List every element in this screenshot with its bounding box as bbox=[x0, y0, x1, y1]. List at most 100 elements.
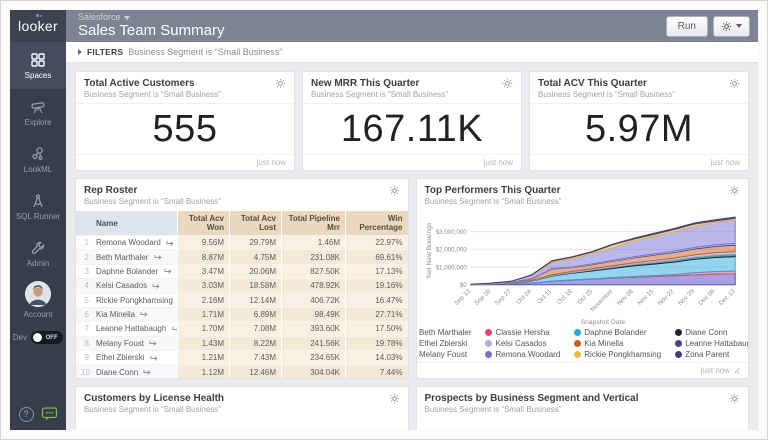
tile-title[interactable]: Total ACV This Quarter bbox=[538, 78, 675, 89]
pipeline-mrr-cell: 1.46M bbox=[281, 234, 346, 250]
table-row[interactable]: 9 Ethel Zbierski 1.21M 7.43M 234.65K 14.… bbox=[76, 349, 408, 365]
dashboard-settings-button[interactable] bbox=[713, 15, 750, 37]
rep-name-cell[interactable]: Melany Foust bbox=[91, 335, 178, 351]
legend-item[interactable]: Ethel Zbierski bbox=[416, 339, 471, 348]
legend-item[interactable]: Diane Conn bbox=[675, 328, 748, 337]
legend-item[interactable]: Rickie Pongkhamsing bbox=[574, 350, 661, 359]
acv-won-cell: 1.12M bbox=[177, 364, 230, 378]
legend-item[interactable]: Beth Marthaler bbox=[416, 328, 471, 337]
sidebar-item-explore[interactable]: Explore bbox=[10, 89, 66, 136]
rep-name-cell[interactable]: Remona Woodard bbox=[91, 234, 178, 250]
rep-name-cell[interactable]: Rickie Pongkhamsing bbox=[91, 292, 178, 308]
tile-gear-icon[interactable] bbox=[502, 78, 513, 89]
table-row[interactable]: 5 Rickie Pongkhamsing 2.16M 12.14M 406.7… bbox=[76, 292, 408, 308]
sidebar-item-account[interactable]: Account bbox=[10, 281, 66, 319]
looker-logo[interactable]: looker bbox=[10, 10, 66, 42]
drill-arrow-icon[interactable] bbox=[164, 268, 173, 275]
column-header-acv-lost[interactable]: Total Acv Lost bbox=[229, 211, 282, 236]
tile-gear-icon[interactable] bbox=[729, 185, 740, 196]
table-row[interactable]: 3 Daphne Bolander 3.47M 20.06M 827.50K 1… bbox=[76, 263, 408, 279]
drill-arrow-icon[interactable] bbox=[143, 369, 152, 376]
acv-won-cell: 2.16M bbox=[177, 292, 230, 308]
column-header-name[interactable]: Name bbox=[91, 211, 178, 236]
toggle-state-label: OFF bbox=[45, 334, 58, 341]
top-performers-tile: Top Performers This Quarter Business Seg… bbox=[415, 178, 749, 379]
dev-mode-toggle[interactable]: OFF bbox=[31, 331, 64, 344]
column-header-pipeline-mrr[interactable]: Total Pipeline Mrr bbox=[281, 211, 346, 236]
acv-won-cell: 1.70M bbox=[177, 321, 230, 337]
win-percentage-cell: 69.61% bbox=[345, 249, 408, 265]
acv-lost-cell: 29.79M bbox=[229, 234, 282, 250]
rep-name-cell[interactable]: Leanne Hattabaugh bbox=[91, 321, 178, 337]
drill-arrow-icon[interactable] bbox=[154, 254, 163, 261]
tile-gear-icon[interactable] bbox=[389, 393, 400, 404]
tile-title[interactable]: Customers by License Health bbox=[84, 393, 224, 404]
sidebar-item-admin[interactable]: Admin bbox=[10, 230, 66, 277]
explore-icon bbox=[31, 101, 45, 113]
rep-name-cell[interactable]: Kelsi Casados bbox=[91, 278, 178, 293]
column-header-name[interactable] bbox=[76, 211, 91, 236]
help-icon[interactable]: ? bbox=[18, 406, 34, 422]
table-row[interactable]: 10 Diane Conn 1.12M 12.46M 304.04K 7.44% bbox=[76, 364, 408, 378]
kpi-value: 167.11K bbox=[340, 107, 484, 150]
tile-title[interactable]: Top Performers This Quarter bbox=[425, 185, 562, 196]
pipeline-mrr-cell: 98.49K bbox=[281, 306, 346, 322]
column-header-win-percentage[interactable]: Win Percentage bbox=[345, 211, 408, 236]
chat-icon[interactable] bbox=[41, 406, 58, 422]
table-row[interactable]: 6 Kia Minella 1.71M 6.89M 98.49K 27.71% bbox=[76, 306, 408, 322]
sidebar-item-label: SQL Runner bbox=[15, 211, 61, 221]
drill-arrow-icon[interactable] bbox=[166, 240, 175, 247]
legend-swatch bbox=[675, 329, 683, 336]
tile-gear-icon[interactable] bbox=[389, 185, 400, 196]
resize-handle[interactable] bbox=[733, 367, 740, 374]
stacked-area-chart[interactable]: $0$1,000,000$2,000,000$3,000,000Sep 13 Se… bbox=[417, 210, 749, 327]
column-header-acv-won[interactable]: Total Acv Won bbox=[177, 211, 230, 236]
drill-arrow-icon[interactable] bbox=[150, 355, 159, 362]
tile-gear-icon[interactable] bbox=[275, 78, 286, 89]
win-percentage-cell: 7.44% bbox=[345, 364, 408, 378]
acv-won-cell: 8.87M bbox=[177, 249, 230, 265]
acv-won-cell: 9.56M bbox=[177, 234, 230, 250]
drill-arrow-icon[interactable] bbox=[152, 283, 161, 290]
legend-item[interactable]: Kelsi Casados bbox=[485, 339, 560, 348]
svg-text:Snapshot Date: Snapshot Date bbox=[580, 319, 625, 326]
sidebar-item-spaces[interactable]: Spaces bbox=[10, 42, 66, 89]
table-row[interactable]: 1 Remona Woodard 9.56M 29.79M 1.46M 22.9… bbox=[76, 234, 408, 250]
last-updated: just now bbox=[76, 154, 294, 170]
legend-item[interactable]: Kia Minella bbox=[574, 339, 661, 348]
legend-item[interactable]: Zona Parent bbox=[675, 350, 748, 359]
table-row[interactable]: 7 Leanne Hattabaugh 1.70M 7.08M 393.60K … bbox=[76, 321, 408, 337]
drill-arrow-icon[interactable] bbox=[140, 311, 149, 318]
rep-name-cell[interactable]: Daphne Bolander bbox=[91, 263, 178, 279]
filters-bar[interactable]: FILTERS Business Segment is “Small Busin… bbox=[66, 42, 758, 63]
sidebar-item-sql-runner[interactable]: SQL Runner bbox=[10, 183, 66, 230]
table-row[interactable]: 2 Beth Marthaler 8.87M 4.75M 231.08K 69.… bbox=[76, 249, 408, 265]
tile-gear-icon[interactable] bbox=[729, 393, 740, 404]
legend-item[interactable]: Classie Hersha bbox=[485, 328, 560, 337]
tile-title[interactable]: Prospects by Business Segment and Vertic… bbox=[425, 393, 639, 404]
drill-arrow-icon[interactable] bbox=[172, 326, 178, 333]
tile-gear-icon[interactable] bbox=[729, 78, 740, 89]
legend-item[interactable]: Leanne Hattabaugh bbox=[675, 339, 748, 348]
acv-won-cell: 3.47M bbox=[177, 263, 230, 279]
rep-name-cell[interactable]: Beth Marthaler bbox=[91, 249, 178, 265]
rep-name-cell[interactable]: Kia Minella bbox=[91, 306, 178, 322]
win-percentage-cell: 17.13% bbox=[345, 263, 408, 279]
legend-swatch bbox=[416, 329, 417, 336]
legend-item[interactable]: Daphne Bolander bbox=[574, 328, 661, 337]
rep-name-cell[interactable]: Ethel Zbierski bbox=[91, 349, 178, 365]
tile-subtitle: Business Segment is “Small Business” bbox=[84, 405, 221, 414]
legend-swatch bbox=[485, 351, 493, 358]
rep-name-cell[interactable]: Diane Conn bbox=[91, 364, 178, 378]
tile-title[interactable]: New MRR This Quarter bbox=[311, 78, 448, 89]
legend-item[interactable]: Remona Woodard bbox=[485, 350, 560, 359]
sidebar-item-lookml[interactable]: LookML bbox=[10, 136, 66, 183]
tile-title[interactable]: Rep Roster bbox=[84, 185, 221, 196]
legend-item[interactable]: Melany Foust bbox=[416, 350, 471, 359]
run-button[interactable]: Run bbox=[665, 15, 708, 37]
table-row[interactable]: 8 Melany Foust 1.43M 8.22M 241.56K 19.78… bbox=[76, 335, 408, 351]
acv-lost-cell: 20.06M bbox=[229, 263, 282, 279]
drill-arrow-icon[interactable] bbox=[149, 340, 158, 347]
tile-title[interactable]: Total Active Customers bbox=[84, 78, 221, 89]
table-row[interactable]: 4 Kelsi Casados 3.03M 18.58M 478.92K 19.… bbox=[76, 278, 408, 293]
